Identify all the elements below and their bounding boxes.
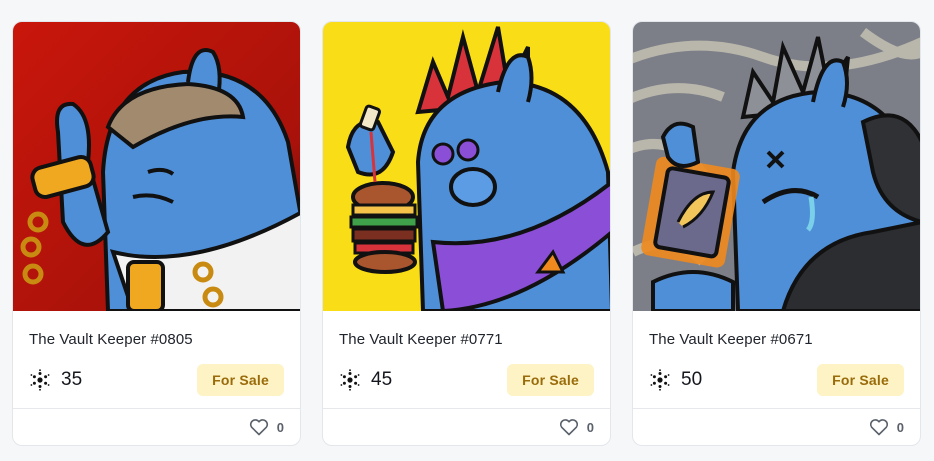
for-sale-badge: For Sale: [197, 364, 284, 396]
nft-artwork: [323, 22, 610, 311]
for-sale-badge: For Sale: [817, 364, 904, 396]
nft-title[interactable]: The Vault Keeper #0671: [649, 331, 813, 348]
price-value: 50: [681, 369, 703, 390]
like-count: 0: [896, 419, 904, 435]
cardano-icon: [649, 369, 671, 391]
price-row: 35 For Sale: [29, 364, 284, 396]
heart-outline-icon[interactable]: [869, 418, 889, 436]
cardano-icon: [339, 369, 361, 391]
price: 45: [339, 369, 392, 391]
like-count: 0: [276, 419, 284, 435]
card-footer: 0: [13, 409, 300, 445]
price-row: 50 For Sale: [649, 364, 904, 396]
for-sale-badge: For Sale: [507, 364, 594, 396]
card-footer: 0: [633, 409, 920, 445]
nft-card[interactable]: The Vault Keeper #0671 50 For Sale 0: [632, 21, 921, 446]
price: 35: [29, 369, 82, 391]
nft-image[interactable]: [323, 22, 610, 311]
nft-card[interactable]: The Vault Keeper #0771 45 For Sale 0: [322, 21, 611, 446]
nft-title[interactable]: The Vault Keeper #0805: [29, 331, 193, 348]
nft-grid: The Vault Keeper #0805 35 For Sale 0 The…: [12, 21, 921, 446]
price-value: 35: [61, 369, 83, 390]
heart-outline-icon[interactable]: [249, 418, 269, 436]
nft-card[interactable]: The Vault Keeper #0805 35 For Sale 0: [12, 21, 301, 446]
nft-image[interactable]: [13, 22, 300, 311]
nft-info: The Vault Keeper #0805 35 For Sale: [13, 311, 300, 410]
price-value: 45: [371, 369, 393, 390]
like-count: 0: [586, 419, 594, 435]
heart-outline-icon[interactable]: [559, 418, 579, 436]
nft-artwork: [633, 22, 920, 311]
price-row: 45 For Sale: [339, 364, 594, 396]
nft-artwork: [13, 22, 300, 311]
price: 50: [649, 369, 702, 391]
nft-title[interactable]: The Vault Keeper #0771: [339, 331, 503, 348]
cardano-icon: [29, 369, 51, 391]
nft-info: The Vault Keeper #0671 50 For Sale: [633, 311, 920, 410]
nft-image[interactable]: [633, 22, 920, 311]
nft-info: The Vault Keeper #0771 45 For Sale: [323, 311, 610, 410]
card-footer: 0: [323, 409, 610, 445]
